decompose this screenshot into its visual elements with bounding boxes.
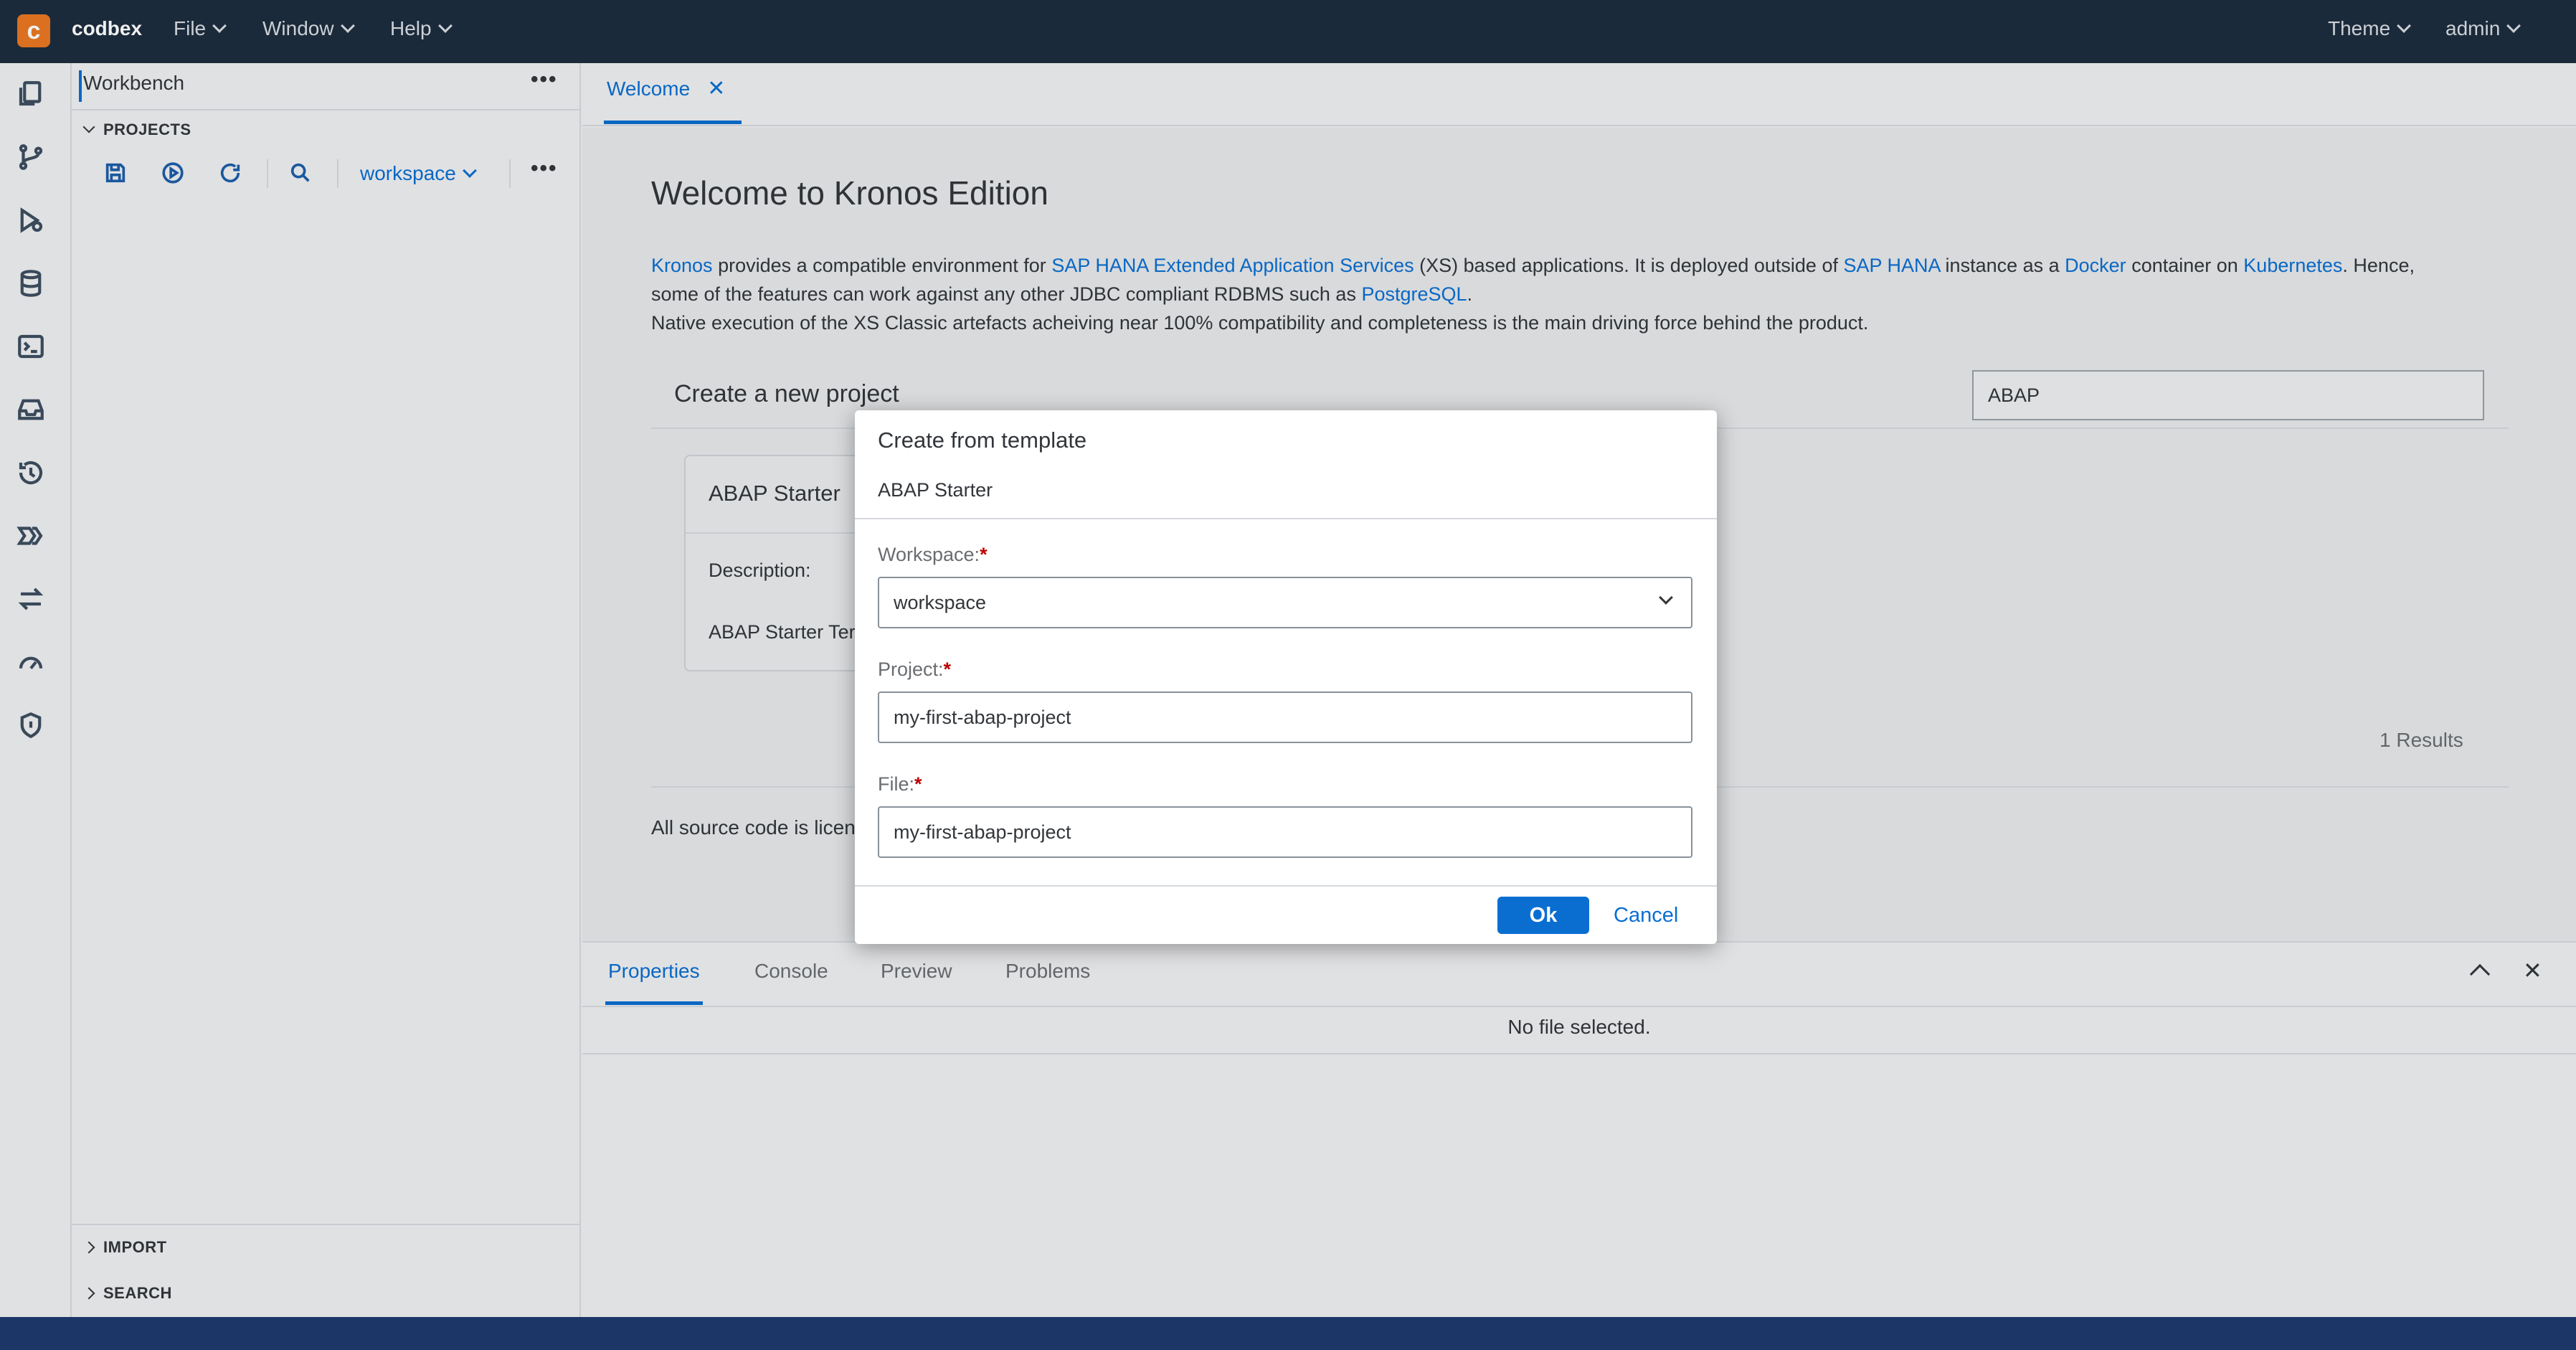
project-label: Project:* — [878, 659, 952, 680]
cancel-button[interactable]: Cancel — [1614, 904, 1678, 927]
dialog-title: Create from template — [878, 428, 1087, 453]
file-name-input[interactable]: my-first-abap-project — [878, 806, 1692, 858]
workspace-dropdown[interactable]: workspace — [878, 577, 1692, 628]
workspace-label: Workspace:* — [878, 544, 988, 565]
dialog-subtitle: ABAP Starter — [878, 479, 993, 501]
project-name-input[interactable]: my-first-abap-project — [878, 691, 1692, 743]
create-from-template-dialog: Create from template ABAP Starter Worksp… — [855, 410, 1717, 944]
ok-button[interactable]: Ok — [1497, 897, 1589, 934]
file-label: File:* — [878, 773, 922, 795]
chevron-down-icon — [1659, 590, 1673, 605]
